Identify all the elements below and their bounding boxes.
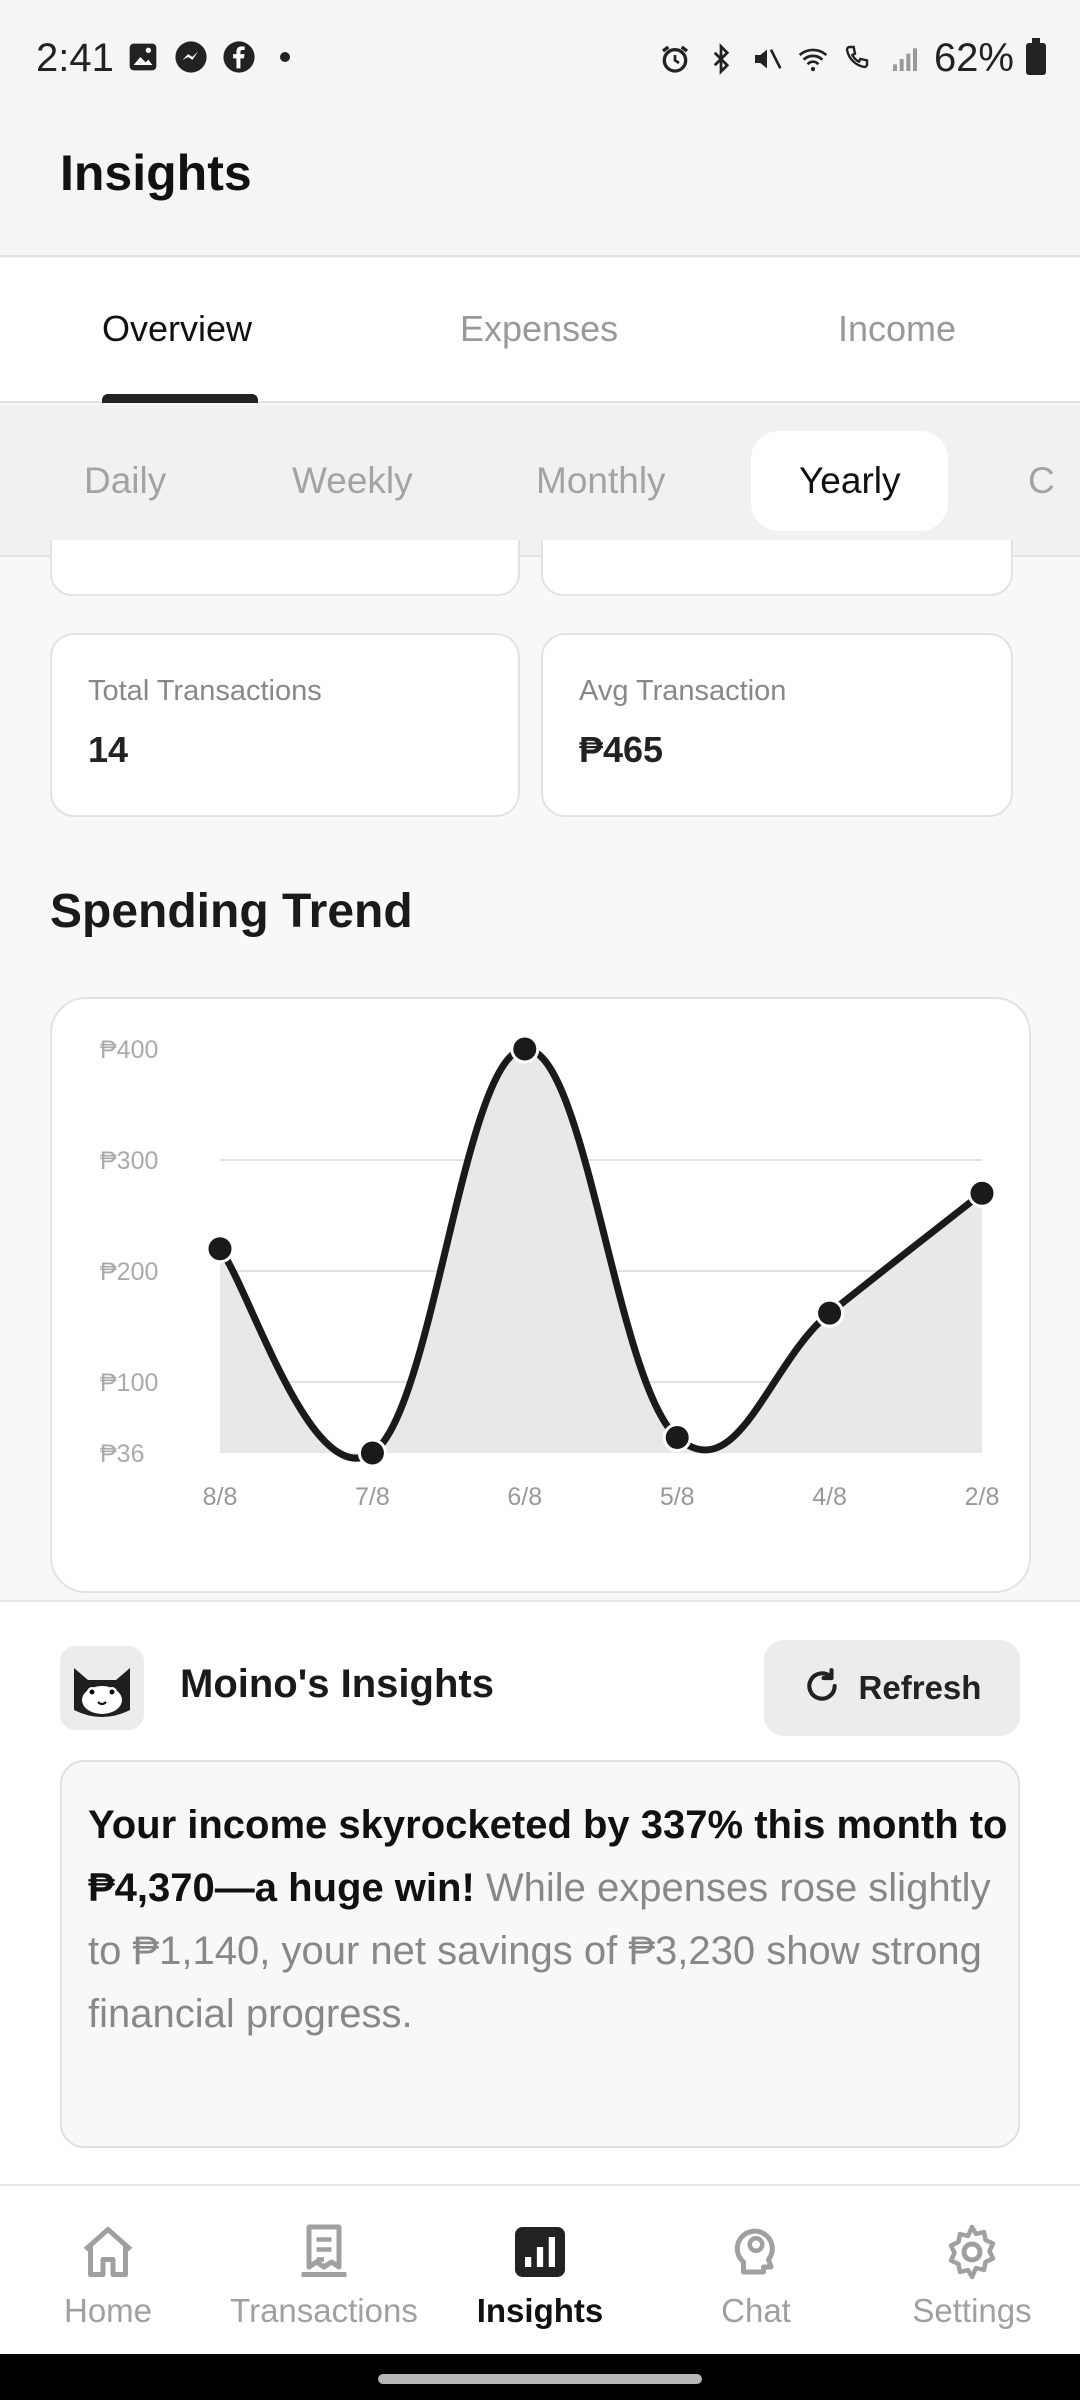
wifi-calling-icon: [842, 42, 876, 76]
tab-overview[interactable]: Overview: [102, 308, 252, 350]
refresh-icon: [803, 1667, 841, 1710]
nav-home[interactable]: Home: [0, 2220, 216, 2330]
data-point: [662, 1422, 692, 1452]
nav-chat[interactable]: Chat: [648, 2220, 864, 2330]
mute-icon: [750, 42, 784, 76]
notification-icons: [126, 40, 290, 74]
data-point: [967, 1178, 997, 1208]
battery-percent: 62%: [933, 36, 1014, 80]
wifi-icon: [796, 42, 830, 76]
chart-icon: [508, 2220, 572, 2284]
signal-icon: [888, 42, 922, 76]
y-tick-label: ₱200: [100, 1258, 158, 1286]
gallery-icon: [126, 40, 160, 74]
spending-trend-title: Spending Trend: [50, 885, 413, 938]
data-point: [815, 1298, 845, 1328]
app-header: Insights: [0, 120, 1080, 257]
period-custom[interactable]: C: [1028, 431, 1055, 531]
y-tick-label: ₱300: [100, 1147, 158, 1175]
x-tick-label: 4/8: [812, 1483, 847, 1511]
battery-icon: [1026, 37, 1046, 75]
tab-bar: Overview Expenses Income: [0, 258, 1080, 403]
system-icons: 62%: [658, 36, 1046, 81]
insight-text: Your income skyrocketed by 337% this mon…: [88, 1794, 1008, 2046]
x-tick-label: 2/8: [965, 1483, 1000, 1511]
brain-icon: [724, 2220, 788, 2284]
nav-label: Insights: [476, 2292, 604, 2329]
bottom-navigation: Home Transactions Insights Chat Settings: [0, 2184, 1080, 2354]
refresh-label: Refresh: [858, 1669, 982, 1706]
period-monthly[interactable]: Monthly: [536, 431, 666, 531]
stat-value: ₱465: [579, 729, 664, 770]
data-point: [357, 1438, 387, 1468]
chart-svg: ₱400 ₱300 ₱200 ₱100 ₱36 8/8 7/8 6/8 5/8 4/8 2/8: [100, 1034, 1000, 1511]
period-weekly[interactable]: Weekly: [292, 431, 413, 531]
stat-label: Avg Transaction: [579, 675, 787, 707]
nav-label: Home: [63, 2292, 153, 2329]
receipt-icon: [292, 2220, 356, 2284]
area-fill: [220, 1048, 982, 1459]
x-tick-label: 5/8: [660, 1483, 695, 1511]
spending-trend-chart: ₱400 ₱300 ₱200 ₱100 ₱36 8/8 7/8 6/8 5/8 4/8 2/8: [50, 997, 1031, 1593]
insights-title: Moino's Insights: [180, 1662, 494, 1706]
cat-avatar: [60, 1646, 144, 1730]
nav-insights[interactable]: Insights: [432, 2220, 648, 2330]
insight-message-box: Your income skyrocketed by 337% this mon…: [60, 1760, 1020, 2148]
y-tick-label: ₱100: [100, 1369, 158, 1397]
x-tick-label: 8/8: [203, 1483, 238, 1511]
messenger-icon: [174, 40, 208, 74]
nav-transactions[interactable]: Transactions: [216, 2220, 432, 2330]
stat-label: Total Transactions: [88, 675, 322, 707]
stat-card-partial: [50, 540, 520, 596]
stat-card-partial: [541, 540, 1013, 596]
period-yearly[interactable]: Yearly: [751, 431, 949, 531]
x-tick-label: 6/8: [507, 1483, 542, 1511]
system-gesture-area: [0, 2354, 1080, 2400]
nav-label: Settings: [912, 2292, 1032, 2329]
active-tab-indicator: [102, 394, 258, 403]
nav-label: Transactions: [230, 2292, 418, 2329]
period-selector: Daily Weekly Monthly Yearly C: [0, 405, 1080, 557]
page-title: Insights: [60, 145, 252, 201]
data-point: [205, 1234, 235, 1264]
alarm-icon: [658, 42, 692, 76]
status-bar: 2:41 62%: [0, 0, 1080, 120]
insights-panel: Moino's Insights Refresh Your income sky…: [0, 1600, 1080, 2184]
data-point: [510, 1034, 540, 1064]
fade-overlay: [62, 2106, 1018, 2146]
more-notifications-dot: [280, 52, 290, 62]
bluetooth-icon: [704, 42, 738, 76]
refresh-button[interactable]: Refresh: [764, 1640, 1020, 1736]
avg-transaction-card: Avg Transaction ₱465: [541, 633, 1013, 817]
total-transactions-card: Total Transactions 14: [50, 633, 520, 817]
facebook-icon: [222, 40, 256, 74]
nav-label: Chat: [721, 2292, 791, 2329]
y-tick-label: ₱400: [100, 1036, 158, 1064]
stat-value: 14: [88, 729, 129, 770]
nav-settings[interactable]: Settings: [864, 2220, 1080, 2330]
gear-icon: [940, 2220, 1004, 2284]
y-tick-label: ₱36: [100, 1440, 144, 1468]
tab-income[interactable]: Income: [838, 308, 956, 350]
home-gesture-bar[interactable]: [378, 2374, 702, 2384]
tab-expenses[interactable]: Expenses: [460, 308, 618, 350]
home-icon: [76, 2220, 140, 2284]
status-time: 2:41: [36, 36, 114, 80]
period-daily[interactable]: Daily: [84, 431, 166, 531]
x-tick-label: 7/8: [355, 1483, 390, 1511]
